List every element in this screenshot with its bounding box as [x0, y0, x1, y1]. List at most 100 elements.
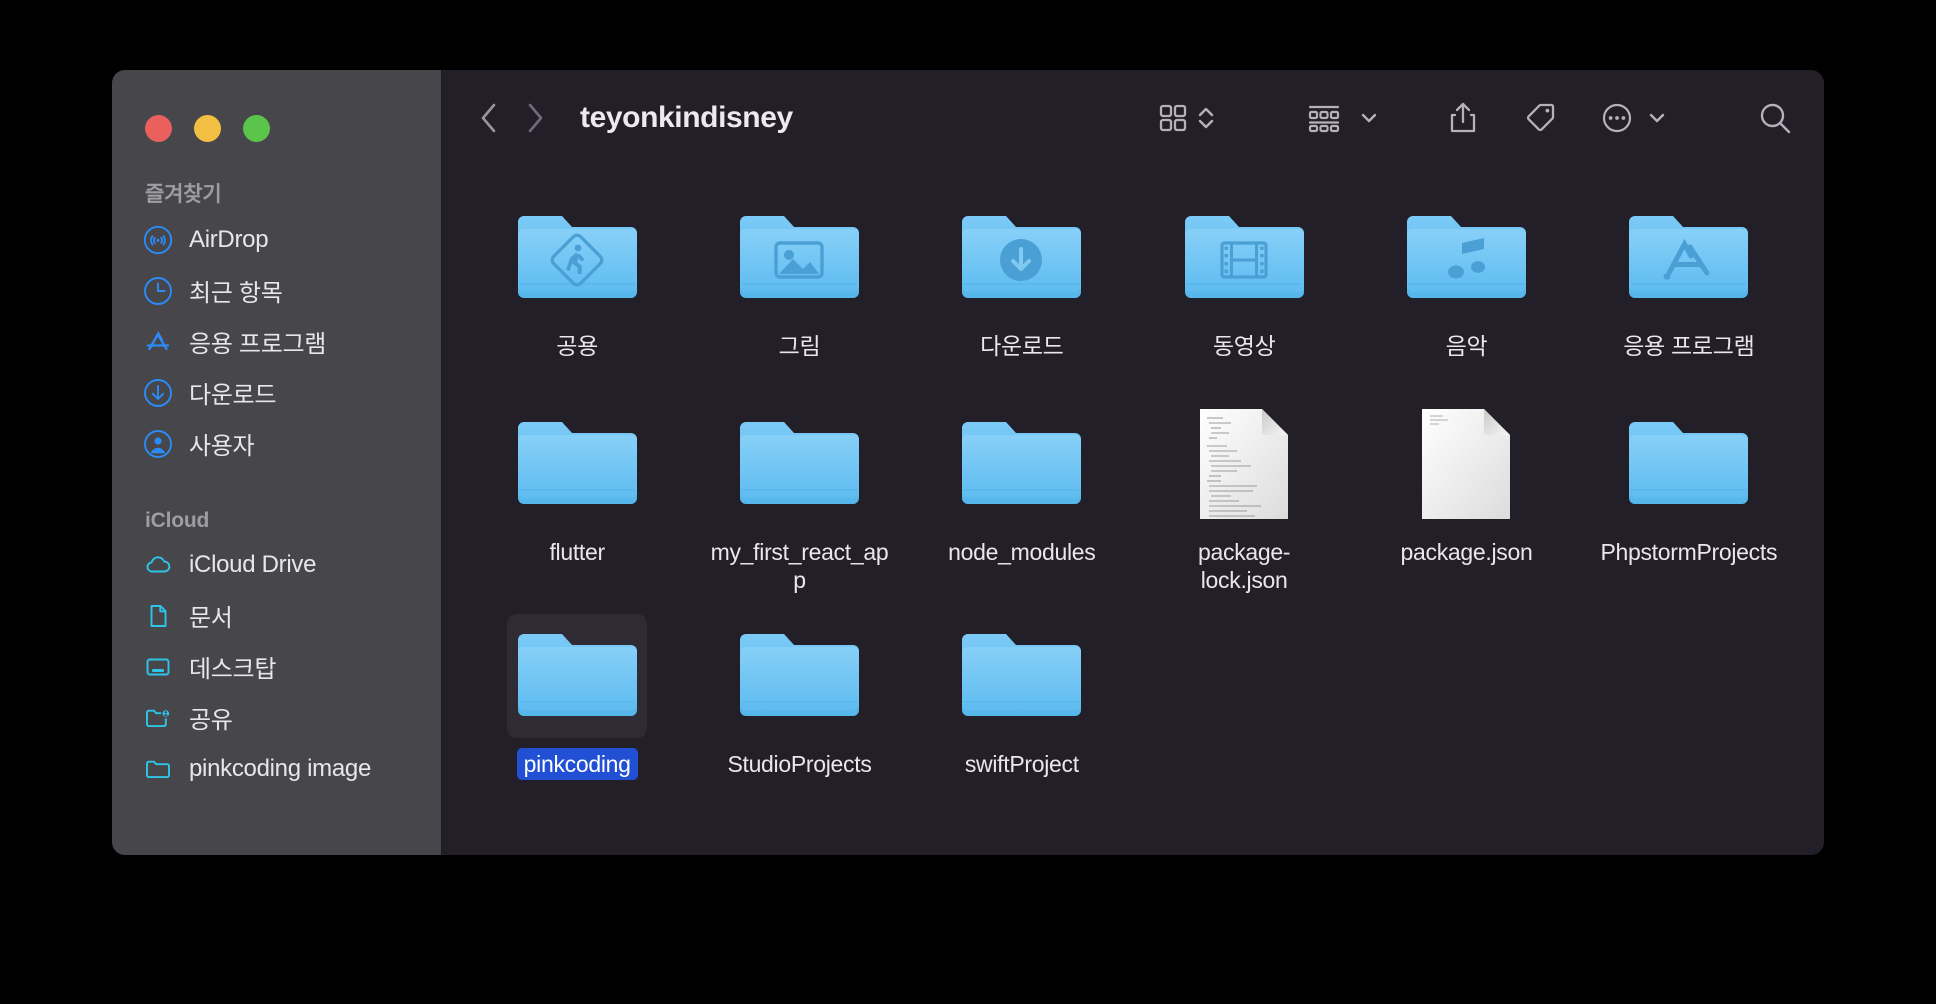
folder-music-icon[interactable] [1396, 196, 1536, 320]
sidebar-item-label: 데스크탑 [189, 656, 277, 683]
airdrop-icon [142, 224, 173, 255]
file-label: flutter [549, 539, 605, 565]
tag-icon[interactable] [1522, 95, 1558, 141]
window-controls [112, 70, 441, 142]
desktop-root: 즐겨찾기 AirDrop 최근 항목 응용 프로그램 다운로드 사용자 iClo… [0, 0, 1936, 1004]
folder-icon[interactable] [1619, 402, 1759, 526]
file-label: node_modules [948, 539, 1096, 565]
file-label: my_first_react_app [710, 539, 889, 594]
finder-sidebar: 즐겨찾기 AirDrop 최근 항목 응용 프로그램 다운로드 사용자 iClo… [112, 70, 442, 855]
file-label: 공용 [556, 333, 599, 359]
sidebar-item-desktop[interactable]: 데스크탑 [112, 641, 441, 692]
folder-outline-icon [142, 753, 173, 784]
clock-icon [142, 275, 173, 306]
folder-icon[interactable] [729, 614, 869, 738]
folder-movies-icon[interactable] [1174, 196, 1314, 320]
more-options-control[interactable] [1600, 95, 1668, 141]
sidebar-item-label: 사용자 [189, 433, 255, 460]
minimize-button[interactable] [194, 115, 221, 142]
sidebar-item-icloud-drive[interactable]: iCloud Drive [112, 539, 441, 590]
desktop-icon [142, 651, 173, 682]
text-file-icon[interactable] [1174, 402, 1314, 526]
sidebar-item-pinkcoding-image[interactable]: pinkcoding image [112, 743, 441, 794]
file-label-selected: pinkcoding [516, 748, 638, 781]
blank-file-icon[interactable] [1396, 402, 1536, 526]
sidebar-item-airdrop[interactable]: AirDrop [112, 214, 441, 265]
file-label: swiftProject [964, 751, 1079, 778]
folder-icon[interactable] [507, 614, 648, 739]
cloud-icon [142, 549, 173, 580]
folder-pedestrian-icon[interactable] [507, 196, 647, 320]
file-item-selected[interactable]: pinkcoding [466, 606, 688, 802]
folder-icon[interactable] [952, 614, 1092, 738]
file-label: 음악 [1445, 333, 1488, 359]
file-label: package-lock.json [1198, 539, 1291, 594]
sidebar-item-label: AirDrop [189, 225, 269, 253]
icon-view-icon[interactable] [1156, 95, 1190, 141]
file-item[interactable]: my_first_react_app [688, 394, 910, 596]
file-item[interactable]: node_modules [911, 394, 1133, 596]
file-item[interactable]: package-lock.json [1133, 394, 1355, 596]
app-store-icon [142, 326, 173, 357]
finder-toolbar: teyonkindisney [442, 70, 1824, 166]
finder-window: 즐겨찾기 AirDrop 최근 항목 응용 프로그램 다운로드 사용자 iClo… [112, 70, 1824, 855]
page-title: teyonkindisney [580, 101, 793, 134]
group-by-control[interactable] [1304, 95, 1380, 141]
sidebar-item-documents[interactable]: 문서 [112, 590, 441, 641]
file-grid: 공용 그림 다운로드 동영상 음악 응용 프로그램 flutter my_fir… [442, 166, 1824, 802]
folder-icon[interactable] [952, 402, 1092, 526]
sidebar-item-user[interactable]: 사용자 [112, 418, 441, 469]
folder-pictures-icon[interactable] [729, 196, 869, 320]
user-circle-icon [142, 428, 173, 459]
file-label: 응용 프로그램 [1623, 333, 1755, 359]
group-by-icon[interactable] [1304, 95, 1344, 141]
chevron-down-icon[interactable] [1646, 107, 1668, 129]
file-item[interactable]: 음악 [1355, 188, 1577, 384]
shared-folder-icon [142, 702, 173, 733]
file-item[interactable]: PhpstormProjects [1578, 394, 1800, 596]
sidebar-item-label: 다운로드 [189, 382, 277, 409]
maximize-button[interactable] [243, 115, 270, 142]
sidebar-item-label: 응용 프로그램 [189, 331, 327, 358]
share-icon[interactable] [1446, 95, 1480, 141]
sidebar-section-favorites-title: 즐겨찾기 [145, 183, 222, 206]
file-item[interactable]: 동영상 [1133, 188, 1355, 384]
file-item[interactable]: 응용 프로그램 [1578, 188, 1800, 384]
download-circle-icon [142, 377, 173, 408]
search-icon[interactable] [1756, 95, 1794, 141]
folder-applications-icon[interactable] [1619, 196, 1759, 320]
file-item[interactable]: StudioProjects [688, 606, 910, 802]
file-label: 그림 [778, 333, 821, 359]
sidebar-item-label: 공유 [189, 707, 233, 734]
sidebar-section-icloud-title: iCloud [145, 509, 210, 532]
back-button[interactable] [466, 95, 512, 141]
file-item[interactable]: 다운로드 [911, 188, 1133, 384]
close-button[interactable] [145, 115, 172, 142]
file-label: 동영상 [1212, 333, 1276, 359]
folder-icon[interactable] [729, 402, 869, 526]
document-icon [142, 600, 173, 631]
view-mode-control[interactable] [1156, 95, 1216, 141]
folder-icon[interactable] [507, 402, 647, 526]
file-item[interactable]: flutter [466, 394, 688, 596]
file-item[interactable]: 공용 [466, 188, 688, 384]
sidebar-item-label: pinkcoding image [189, 754, 371, 782]
sidebar-item-label: 문서 [189, 605, 233, 632]
sidebar-item-shared[interactable]: 공유 [112, 692, 441, 743]
chevron-down-icon[interactable] [1358, 107, 1380, 129]
sidebar-item-recents[interactable]: 최근 항목 [112, 265, 441, 316]
more-ellipsis-icon[interactable] [1600, 95, 1634, 141]
finder-content-pane: teyonkindisney 공용 그림 다운로드 동영상 음악 응용 프로그램… [442, 70, 1824, 855]
file-label: StudioProjects [727, 751, 872, 778]
sidebar-item-applications[interactable]: 응용 프로그램 [112, 316, 441, 367]
file-item[interactable]: swiftProject [911, 606, 1133, 802]
file-item[interactable]: 그림 [688, 188, 910, 384]
forward-button[interactable] [512, 95, 558, 141]
file-label: 다운로드 [980, 333, 1064, 359]
sidebar-item-label: iCloud Drive [189, 550, 317, 578]
folder-downloads-icon[interactable] [952, 196, 1092, 320]
sidebar-item-downloads[interactable]: 다운로드 [112, 367, 441, 418]
file-label: PhpstormProjects [1600, 539, 1778, 565]
file-item[interactable]: package.json [1355, 394, 1577, 596]
chevron-up-down-icon[interactable] [1196, 101, 1216, 135]
